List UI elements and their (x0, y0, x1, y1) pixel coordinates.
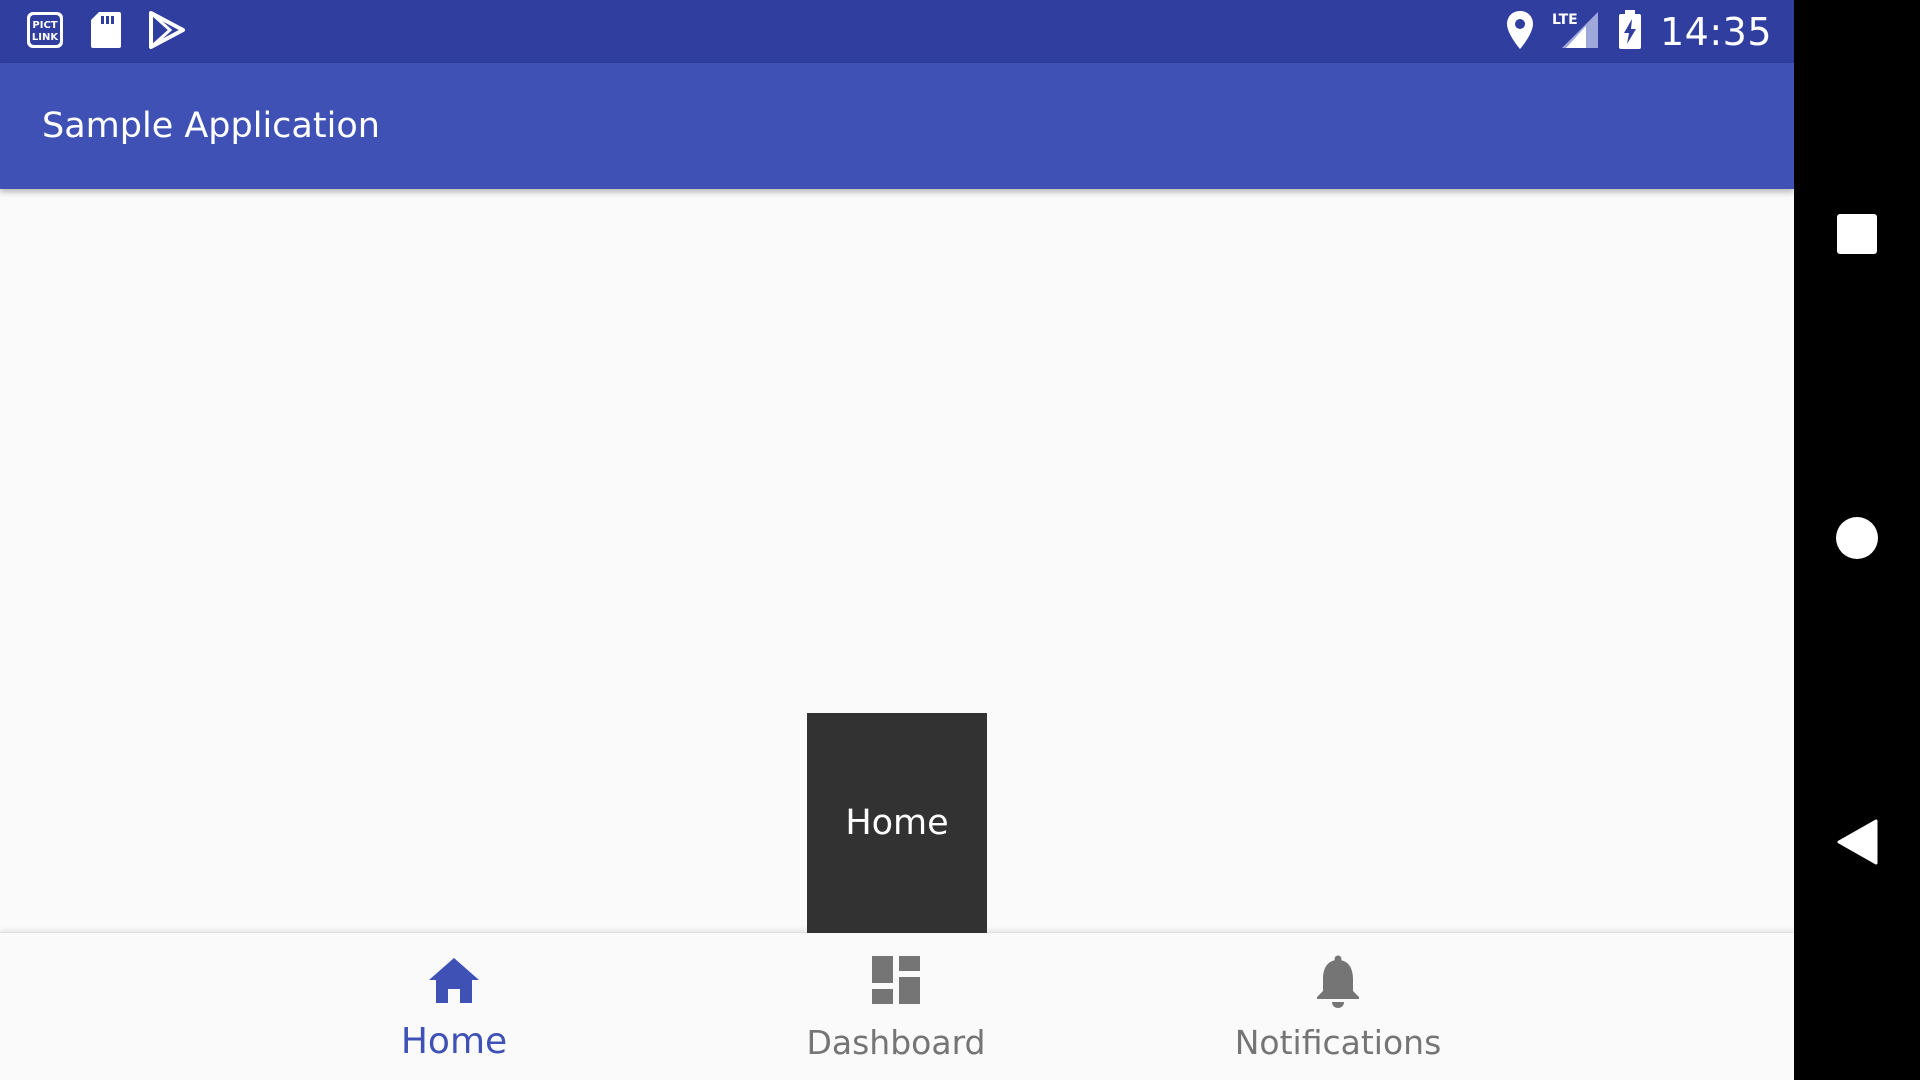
home-button[interactable] (1794, 490, 1920, 590)
nav-item-dashboard[interactable]: Dashboard (766, 933, 1026, 1080)
notification-icons: PICT LINK (26, 11, 186, 53)
location-icon (1506, 10, 1534, 54)
status-bar: PICT LINK LTE 14:35 (0, 0, 1794, 63)
nav-label-notifications: Notifications (1234, 1023, 1442, 1062)
bell-icon (1315, 955, 1361, 1013)
nav-label-home: Home (400, 1021, 508, 1062)
system-navigation-bar (1794, 0, 1920, 1080)
home-circle-icon (1835, 516, 1879, 564)
svg-text:LTE: LTE (1552, 12, 1578, 28)
home-icon (426, 955, 482, 1009)
back-button[interactable] (1794, 794, 1920, 894)
toast-message: Home (807, 713, 987, 933)
app-bar: Sample Application (0, 63, 1794, 189)
dashboard-icon (871, 955, 921, 1009)
recents-button[interactable] (1794, 186, 1920, 286)
nav-item-home[interactable]: Home (324, 933, 584, 1080)
recents-icon (1836, 213, 1878, 259)
app-title: Sample Application (42, 106, 380, 146)
lte-signal-icon: LTE (1552, 10, 1600, 54)
svg-text:PICT: PICT (32, 20, 57, 31)
play-store-icon (148, 11, 186, 53)
battery-charging-icon (1618, 9, 1642, 54)
status-clock: 14:35 (1659, 9, 1772, 54)
svg-text:LINK: LINK (32, 32, 59, 43)
system-status: LTE 14:35 (1506, 0, 1772, 63)
bottom-navigation: Home Dashboard Notifications (0, 932, 1794, 1080)
sd-card-icon (90, 11, 122, 53)
nav-label-dashboard: Dashboard (806, 1023, 986, 1062)
pictlink-icon: PICT LINK (26, 11, 64, 53)
nav-item-notifications[interactable]: Notifications (1208, 933, 1468, 1080)
back-icon (1836, 819, 1878, 869)
app-screen: PICT LINK LTE 14:35 Sample Application H… (0, 0, 1794, 1080)
